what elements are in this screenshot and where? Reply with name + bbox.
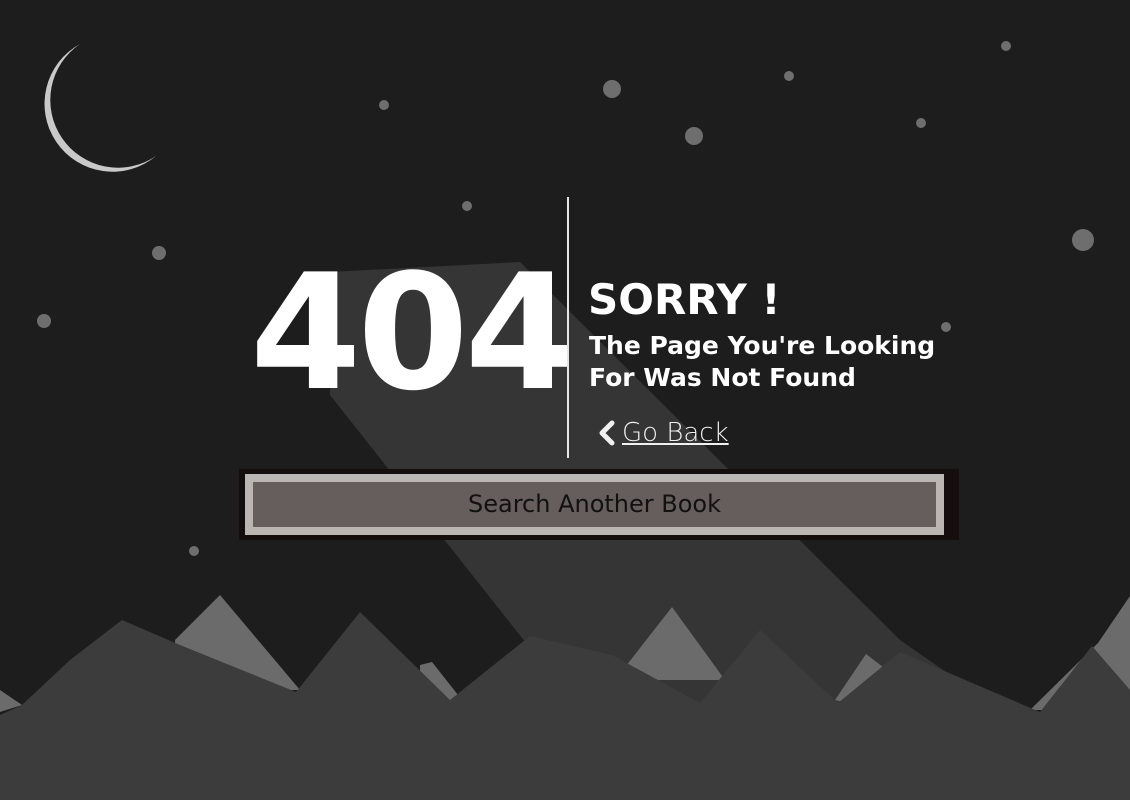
star xyxy=(152,246,166,260)
go-back-label: Go Back xyxy=(622,418,729,448)
star xyxy=(462,201,472,211)
star xyxy=(1001,41,1011,51)
error-code: 404 xyxy=(250,239,576,426)
crescent-moon-icon xyxy=(44,44,156,172)
search-button-frame: Search Another Book xyxy=(239,469,959,540)
error-heading: SORRY ! xyxy=(588,275,781,324)
error-message: The Page You're Looking For Was Not Foun… xyxy=(589,331,936,392)
star xyxy=(37,314,51,328)
chevron-left-icon xyxy=(597,420,617,446)
star xyxy=(603,80,621,98)
vertical-divider xyxy=(567,197,569,458)
go-back-link[interactable]: Go Back xyxy=(597,416,729,450)
star xyxy=(916,118,926,128)
star xyxy=(379,100,389,110)
star xyxy=(1072,229,1094,251)
error-page: 404 SORRY ! The Page You're Looking For … xyxy=(0,0,1130,800)
star xyxy=(685,127,703,145)
star xyxy=(189,546,199,556)
search-another-book-button[interactable]: Search Another Book xyxy=(245,474,944,535)
star xyxy=(784,71,794,81)
